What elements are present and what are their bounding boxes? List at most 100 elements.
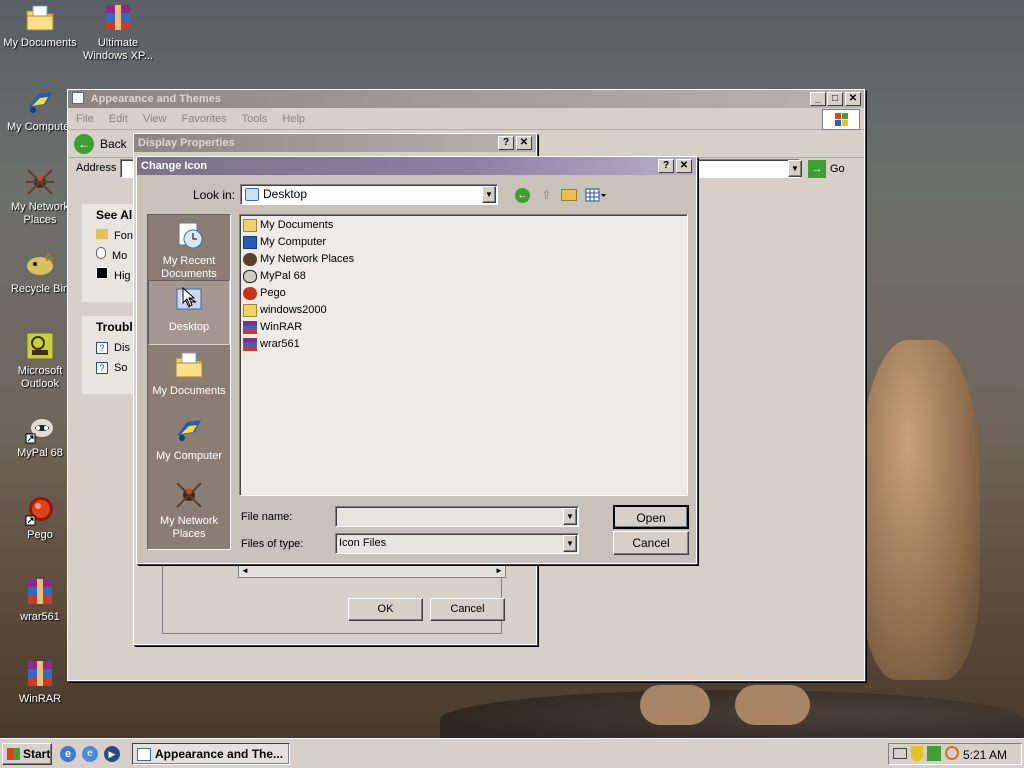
scroll-right-icon[interactable]: ► bbox=[493, 565, 505, 577]
close-button[interactable]: ✕ bbox=[516, 136, 532, 150]
list-item[interactable]: My Computer bbox=[240, 234, 687, 251]
window-icon bbox=[137, 748, 151, 761]
system-tray: 5:21 AM bbox=[888, 743, 1022, 765]
help-icon: ? bbox=[96, 342, 108, 354]
places-my-computer[interactable]: My Computer bbox=[148, 410, 230, 475]
help-button[interactable]: ? bbox=[498, 136, 514, 150]
mouse-cursor-icon bbox=[182, 286, 196, 310]
winrar-icon bbox=[24, 576, 56, 608]
winrar-icon bbox=[102, 2, 134, 34]
scroll-left-icon[interactable]: ◄ bbox=[239, 565, 251, 577]
explorer-title-bar[interactable]: Appearance and Themes _ □ ✕ bbox=[68, 90, 864, 108]
help-button[interactable]: ? bbox=[658, 159, 674, 173]
menu-help[interactable]: Help bbox=[282, 113, 305, 125]
network-tray-icon[interactable] bbox=[927, 746, 941, 761]
change-icon-title-bar[interactable]: Change Icon ? ✕ bbox=[137, 157, 696, 175]
taskbar: Start e e ▶ Appearance and The... 5:21 A… bbox=[0, 738, 1024, 768]
contrast-icon bbox=[96, 267, 108, 279]
minimize-button[interactable]: _ bbox=[810, 92, 826, 106]
address-dropdown-button[interactable]: ▼ bbox=[788, 160, 802, 177]
pego-icon bbox=[24, 494, 56, 526]
address-label: Address bbox=[76, 162, 117, 174]
network-icon bbox=[243, 253, 257, 266]
places-bar: My Recent Documents Desktop My Documents… bbox=[147, 214, 231, 550]
list-item[interactable]: MyPal 68 bbox=[240, 268, 687, 285]
files-of-type-select[interactable]: Icon Files ▼ bbox=[335, 533, 579, 554]
new-folder-icon[interactable] bbox=[561, 189, 577, 201]
folder-icon bbox=[243, 304, 257, 317]
windows-logo-icon bbox=[7, 748, 20, 760]
up-folder-icon[interactable]: ⇧ bbox=[539, 188, 554, 203]
folder-documents-icon bbox=[243, 219, 257, 232]
places-my-documents[interactable]: My Documents bbox=[148, 345, 230, 410]
media-player-icon[interactable]: ▶ bbox=[104, 746, 120, 762]
chevron-down-icon[interactable]: ▼ bbox=[563, 535, 577, 552]
open-button[interactable]: Open bbox=[613, 505, 689, 529]
desktop-icon-label: My Documents bbox=[3, 37, 77, 49]
go-button[interactable]: → Go bbox=[808, 159, 845, 179]
cancel-button[interactable]: Cancel bbox=[613, 531, 689, 555]
look-in-label: Look in: bbox=[193, 188, 236, 202]
list-item[interactable]: WinRAR bbox=[240, 319, 687, 336]
back-nav-icon[interactable]: ← bbox=[515, 188, 530, 203]
display-properties-title: Display Properties bbox=[138, 137, 235, 149]
view-menu-icon[interactable] bbox=[585, 188, 607, 203]
search-icon[interactable] bbox=[945, 746, 959, 760]
folder-icon bbox=[96, 229, 108, 239]
mouse-icon bbox=[96, 247, 106, 259]
menu-file[interactable]: File bbox=[76, 113, 94, 125]
winrar-icon bbox=[24, 658, 56, 690]
security-shield-icon[interactable] bbox=[911, 746, 923, 761]
maximize-button[interactable]: □ bbox=[827, 92, 843, 106]
file-name-input[interactable]: ▼ bbox=[335, 506, 579, 527]
menu-view[interactable]: View bbox=[143, 113, 167, 125]
start-button[interactable]: Start bbox=[2, 743, 52, 765]
clock[interactable]: 5:21 AM bbox=[963, 748, 1007, 762]
menu-tools[interactable]: Tools bbox=[242, 113, 268, 125]
wallpaper-paw bbox=[735, 685, 810, 725]
change-icon-title: Change Icon bbox=[141, 160, 208, 172]
ie-icon[interactable]: e bbox=[60, 746, 76, 762]
window-icon bbox=[72, 92, 84, 104]
outlook-express-icon[interactable]: e bbox=[82, 746, 98, 762]
back-label: Back bbox=[100, 137, 127, 151]
ok-button[interactable]: OK bbox=[348, 598, 423, 621]
chevron-down-icon[interactable]: ▼ bbox=[563, 508, 577, 525]
desktop-icon-label: Ultimate Windows XP... bbox=[82, 37, 154, 62]
display-properties-title-bar[interactable]: Display Properties ? ✕ bbox=[134, 134, 536, 152]
change-icon-dialog: Change Icon ? ✕ Look in: Desktop ▼ ← ⇧ M… bbox=[136, 156, 697, 564]
wallpaper-paw bbox=[640, 685, 710, 725]
close-button[interactable]: ✕ bbox=[845, 92, 861, 106]
chevron-down-icon[interactable]: ▼ bbox=[482, 186, 496, 203]
list-item[interactable]: Pego bbox=[240, 285, 687, 302]
network-icon bbox=[173, 479, 205, 511]
menu-edit[interactable]: Edit bbox=[109, 113, 128, 125]
folder-documents-icon bbox=[24, 2, 56, 34]
taskbar-item-appearance-and-themes[interactable]: Appearance and The... bbox=[132, 743, 290, 765]
keyboard-icon[interactable] bbox=[893, 748, 907, 759]
places-my-network-places[interactable]: My Network Places bbox=[148, 475, 230, 540]
explorer-title: Appearance and Themes bbox=[90, 93, 221, 105]
look-in-select[interactable]: Desktop ▼ bbox=[240, 184, 498, 205]
file-list[interactable]: My Documents My Computer My Network Plac… bbox=[239, 214, 688, 496]
list-item[interactable]: My Documents bbox=[240, 217, 687, 234]
back-button[interactable]: ← Back bbox=[74, 133, 127, 155]
list-item[interactable]: My Network Places bbox=[240, 251, 687, 268]
list-item[interactable]: wrar561 bbox=[240, 336, 687, 353]
desktop-icon bbox=[245, 188, 259, 201]
desktop-icon-my-documents[interactable]: My Documents bbox=[0, 2, 80, 50]
desktop-icon-ultimate-windows-xp[interactable]: Ultimate Windows XP... bbox=[78, 2, 158, 63]
menu-favorites[interactable]: Favorites bbox=[182, 113, 227, 125]
cancel-button[interactable]: Cancel bbox=[430, 598, 505, 621]
preview-scrollbar[interactable]: ◄ ► bbox=[238, 564, 506, 578]
mypal-icon bbox=[243, 270, 257, 283]
computer-icon bbox=[173, 414, 205, 446]
menu-bar: File Edit View Favorites Tools Help bbox=[68, 108, 864, 130]
places-my-recent-documents[interactable]: My Recent Documents bbox=[148, 215, 230, 280]
list-item[interactable]: windows2000 bbox=[240, 302, 687, 319]
close-button[interactable]: ✕ bbox=[676, 159, 692, 173]
network-icon bbox=[24, 166, 56, 198]
computer-icon bbox=[24, 86, 56, 118]
windows-logo-icon bbox=[822, 109, 860, 130]
desktop-icon-label: WinRAR bbox=[18, 693, 62, 705]
